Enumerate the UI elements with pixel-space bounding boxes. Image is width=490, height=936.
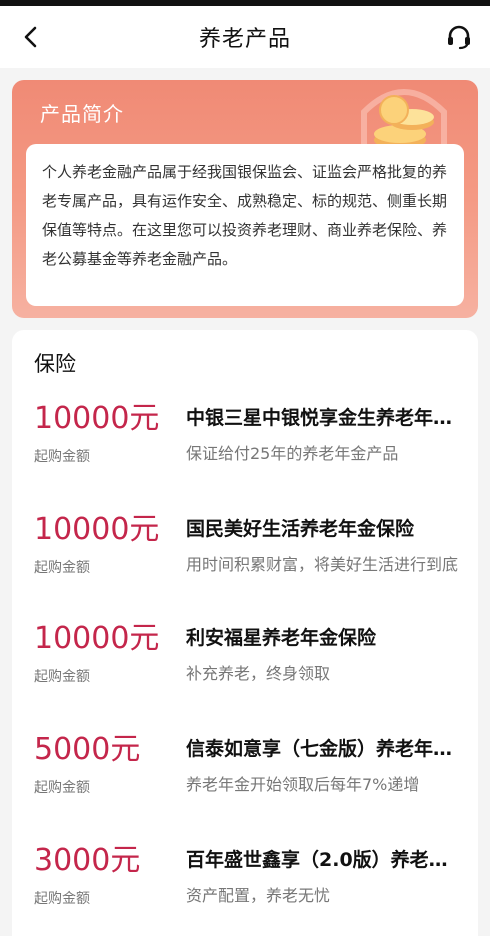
product-description: 保证给付25年的养老年金产品 xyxy=(186,444,399,463)
top-nav-bar: 养老产品 xyxy=(0,6,490,68)
min-purchase-amount: 3000元 xyxy=(34,843,141,878)
list-item[interactable]: 5000元 起购金额 信泰如意享（七金版）养老年金保险 养老年金开始领取后每年7… xyxy=(12,733,478,829)
product-name: 中银三星中银悦享金生养老年金保险 xyxy=(186,407,464,429)
product-name: 利安福星养老年金保险 xyxy=(186,627,377,649)
list-item[interactable]: 10000元 起购金额 中银三星中银悦享金生养老年金保险 保证给付25年的养老年… xyxy=(12,402,478,498)
list-item[interactable]: 10000元 起购金额 利安福星养老年金保险 补充养老，终身领取 xyxy=(12,622,478,718)
back-button[interactable] xyxy=(14,20,48,54)
product-name: 信泰如意享（七金版）养老年金保险 xyxy=(186,738,464,760)
product-description: 养老年金开始领取后每年7%递增 xyxy=(186,775,420,794)
page-title: 养老产品 xyxy=(198,27,291,52)
min-purchase-amount: 10000元 xyxy=(34,512,160,547)
min-purchase-label: 起购金额 xyxy=(34,780,90,796)
min-purchase-amount: 10000元 xyxy=(34,401,160,436)
min-purchase-label: 起购金额 xyxy=(34,560,90,576)
min-purchase-amount: 10000元 xyxy=(34,621,160,656)
min-purchase-label: 起购金额 xyxy=(34,891,90,907)
intro-description: 个人养老金融产品属于经我国银保监会、证监会严格批复的养老专属产品，具有运作安全、… xyxy=(26,144,464,306)
section-title: 保险 xyxy=(34,352,76,376)
product-description: 用时间积累财富，将美好生活进行到底 xyxy=(186,555,459,574)
product-description: 补充养老，终身领取 xyxy=(186,664,331,683)
product-name: 百年盛世鑫享（2.0版）养老年金保险 xyxy=(186,849,464,871)
min-purchase-amount: 5000元 xyxy=(34,732,141,767)
customer-service-button[interactable] xyxy=(442,20,476,54)
intro-title: 产品简介 xyxy=(40,102,124,126)
min-purchase-label: 起购金额 xyxy=(34,449,90,465)
list-item[interactable]: 3000元 起购金额 百年盛世鑫享（2.0版）养老年金保险 资产配置，养老无忧 xyxy=(12,844,478,936)
product-name: 国民美好生活养老年金保险 xyxy=(186,518,415,540)
headset-icon xyxy=(448,25,470,50)
product-description: 资产配置，养老无忧 xyxy=(186,886,331,905)
chevron-left-icon xyxy=(24,26,37,48)
list-item[interactable]: 10000元 起购金额 国民美好生活养老年金保险 用时间积累财富，将美好生活进行… xyxy=(12,513,478,609)
min-purchase-label: 起购金额 xyxy=(34,669,90,685)
product-intro-card: 产品简介 个人养老金融产品属于经我国银保监会、证监会严格批复的养老专属产品，具有… xyxy=(12,80,478,318)
insurance-product-list: 保险 10000元 起购金额 中银三星中银悦享金生养老年金保险 保证给付25年的… xyxy=(12,330,478,936)
